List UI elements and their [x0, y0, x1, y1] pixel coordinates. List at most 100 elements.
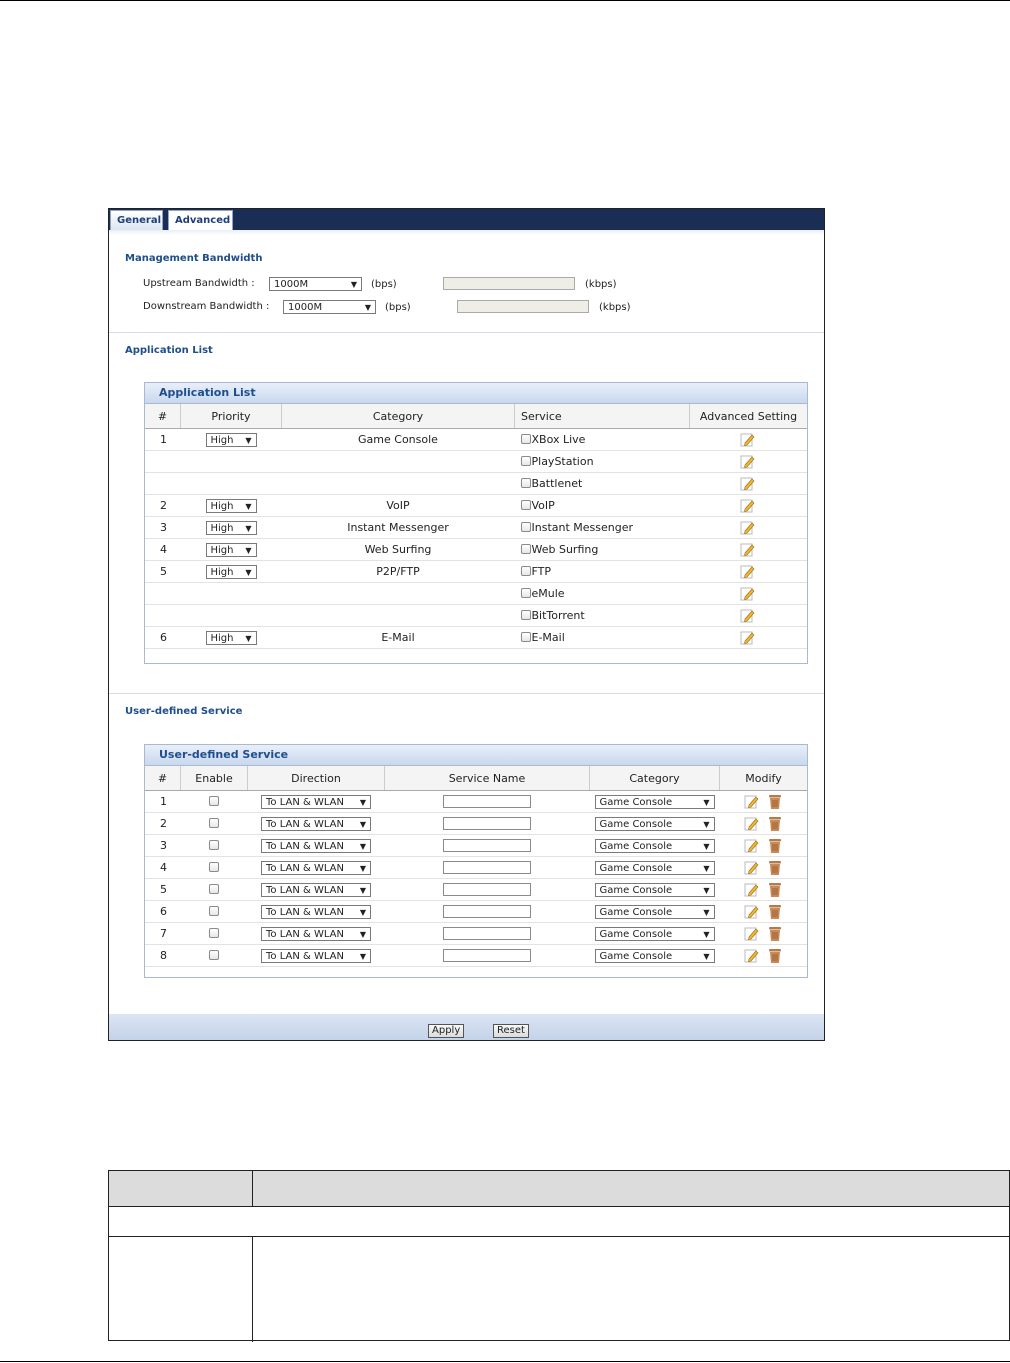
trash-icon[interactable] — [768, 838, 782, 854]
description-section-row — [109, 1207, 1009, 1237]
service-name-input[interactable] — [443, 949, 531, 963]
dropdown-arrow-icon: ▼ — [364, 303, 371, 312]
user-defined-service-table: # Enable Direction Service Name Category… — [145, 766, 807, 967]
edit-pencil-icon[interactable] — [740, 432, 756, 448]
apply-button[interactable]: Apply — [428, 1024, 465, 1038]
edit-pencil-icon[interactable] — [740, 564, 756, 580]
table-row: 3 To LAN & WLAN ▼ Game Console ▼ — [145, 834, 807, 857]
edit-pencil-icon[interactable] — [740, 608, 756, 624]
category-select[interactable]: Game Console ▼ — [594, 926, 715, 941]
edit-pencil-icon[interactable] — [744, 948, 760, 964]
edit-pencil-icon[interactable] — [740, 498, 756, 514]
trash-icon[interactable] — [768, 860, 782, 876]
direction-select[interactable]: To LAN & WLAN ▼ — [261, 948, 371, 963]
category-select[interactable]: Game Console ▼ — [594, 882, 715, 897]
service-name-input[interactable] — [443, 839, 531, 853]
edit-pencil-icon[interactable] — [740, 520, 756, 536]
row-num: 7 — [145, 922, 181, 945]
edit-pencil-icon[interactable] — [740, 476, 756, 492]
edit-pencil-icon[interactable] — [740, 630, 756, 646]
service-checkbox[interactable] — [520, 566, 531, 576]
service-checkbox[interactable] — [520, 610, 531, 620]
trash-icon[interactable] — [768, 948, 782, 964]
category-select[interactable]: Game Console ▼ — [594, 794, 715, 809]
trash-icon[interactable] — [768, 816, 782, 832]
direction-select[interactable]: To LAN & WLAN ▼ — [261, 926, 371, 941]
enable-checkbox[interactable] — [208, 796, 219, 806]
category-select[interactable]: Game Console ▼ — [594, 816, 715, 831]
service-checkbox[interactable] — [520, 478, 531, 488]
table-row: 8 To LAN & WLAN ▼ Game Console ▼ — [145, 944, 807, 967]
tab-advanced[interactable]: Advanced — [168, 210, 233, 230]
upstream-select[interactable]: 1000M ▼ — [269, 277, 362, 291]
dropdown-arrow-icon: ▼ — [245, 633, 252, 643]
service-name-input[interactable] — [443, 861, 531, 875]
direction-value: To LAN & WLAN — [266, 928, 344, 940]
enable-checkbox[interactable] — [208, 906, 219, 916]
service-checkbox[interactable] — [520, 434, 531, 444]
edit-pencil-icon[interactable] — [744, 794, 760, 810]
dropdown-arrow-icon: ▼ — [245, 545, 252, 555]
direction-select[interactable]: To LAN & WLAN ▼ — [261, 904, 371, 919]
dropdown-arrow-icon: ▼ — [703, 841, 710, 851]
category-cell: E-Mail — [281, 626, 515, 649]
col-header-service-name: Service Name — [384, 766, 590, 791]
category-select[interactable]: Game Console ▼ — [594, 904, 715, 919]
downstream-select[interactable]: 1000M ▼ — [283, 300, 376, 314]
service-checkbox[interactable] — [520, 632, 531, 642]
direction-select[interactable]: To LAN & WLAN ▼ — [261, 882, 371, 897]
downstream-value: 1000M — [288, 302, 323, 313]
enable-checkbox[interactable] — [208, 818, 219, 828]
trash-icon[interactable] — [768, 882, 782, 898]
priority-select[interactable]: High ▼ — [205, 498, 257, 513]
row-num: 1 — [145, 790, 181, 813]
priority-select[interactable]: High ▼ — [205, 564, 257, 579]
edit-pencil-icon[interactable] — [744, 860, 760, 876]
table-row: 5 To LAN & WLAN ▼ Game Console ▼ — [145, 878, 807, 901]
edit-pencil-icon[interactable] — [744, 882, 760, 898]
edit-pencil-icon[interactable] — [740, 542, 756, 558]
section-divider — [109, 693, 824, 694]
direction-select[interactable]: To LAN & WLAN ▼ — [261, 816, 371, 831]
service-checkbox[interactable] — [520, 500, 531, 510]
priority-select[interactable]: High ▼ — [205, 520, 257, 535]
priority-select[interactable]: High ▼ — [205, 630, 257, 645]
direction-select[interactable]: To LAN & WLAN ▼ — [261, 838, 371, 853]
service-checkbox[interactable] — [520, 588, 531, 598]
service-name-input[interactable] — [443, 905, 531, 919]
service-name-input[interactable] — [443, 927, 531, 941]
service-checkbox[interactable] — [520, 522, 531, 532]
trash-icon[interactable] — [768, 904, 782, 920]
edit-pencil-icon[interactable] — [740, 454, 756, 470]
service-checkbox[interactable] — [520, 544, 531, 554]
enable-checkbox[interactable] — [208, 928, 219, 938]
tab-general[interactable]: General — [110, 210, 163, 230]
service-name-input[interactable] — [443, 817, 531, 831]
priority-select[interactable]: High ▼ — [205, 432, 257, 447]
direction-select[interactable]: To LAN & WLAN ▼ — [261, 794, 371, 809]
direction-select[interactable]: To LAN & WLAN ▼ — [261, 860, 371, 875]
service-name-input[interactable] — [443, 883, 531, 897]
edit-pencil-icon[interactable] — [744, 904, 760, 920]
enable-checkbox[interactable] — [208, 884, 219, 894]
priority-select[interactable]: High ▼ — [205, 542, 257, 557]
edit-pencil-icon[interactable] — [744, 926, 760, 942]
edit-pencil-icon[interactable] — [744, 838, 760, 854]
service-checkbox[interactable] — [520, 456, 531, 466]
trash-icon[interactable] — [768, 926, 782, 942]
enable-checkbox[interactable] — [208, 840, 219, 850]
category-select[interactable]: Game Console ▼ — [594, 948, 715, 963]
enable-checkbox[interactable] — [208, 862, 219, 872]
category-select[interactable]: Game Console ▼ — [594, 860, 715, 875]
reset-button[interactable]: Reset — [493, 1024, 529, 1038]
downstream-kbps-unit: (kbps) — [599, 302, 631, 313]
enable-checkbox[interactable] — [208, 950, 219, 960]
category-select[interactable]: Game Console ▼ — [594, 838, 715, 853]
upstream-kbps-field[interactable] — [443, 277, 575, 290]
edit-pencil-icon[interactable] — [740, 586, 756, 602]
dropdown-arrow-icon: ▼ — [359, 863, 366, 873]
service-name-input[interactable] — [443, 795, 531, 809]
edit-pencil-icon[interactable] — [744, 816, 760, 832]
downstream-kbps-field[interactable] — [457, 300, 589, 313]
trash-icon[interactable] — [768, 794, 782, 810]
